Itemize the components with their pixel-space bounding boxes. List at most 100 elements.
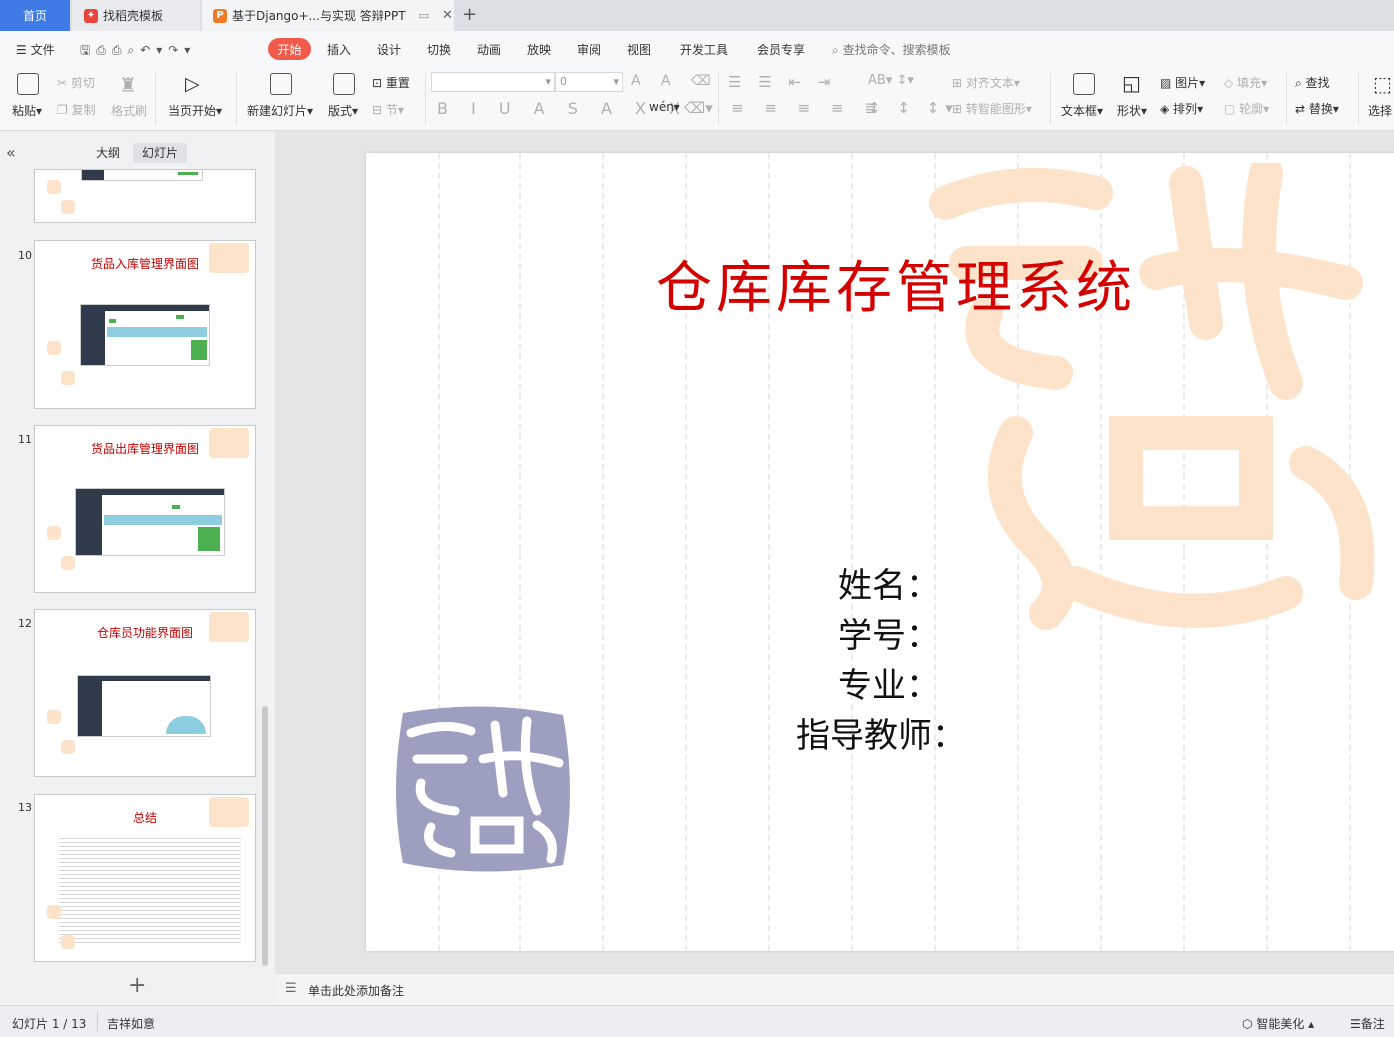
font-family-select[interactable]: ▾: [431, 72, 555, 92]
menu-slideshow[interactable]: 放映: [527, 41, 551, 58]
select-button[interactable]: 选择: [1368, 102, 1392, 119]
advisor-field[interactable]: 指导教师：: [796, 708, 966, 757]
watermark-mark: [209, 612, 249, 642]
replace-button[interactable]: ⇄ 替换▾: [1295, 100, 1339, 117]
format-painter-button[interactable]: 格式刷: [111, 102, 147, 119]
tab-home[interactable]: 首页: [0, 0, 70, 31]
watermark-mark: [47, 180, 61, 194]
file-menu[interactable]: ☰ 文件: [16, 41, 55, 58]
notes-toggle-button[interactable]: ☰备注: [1350, 1015, 1385, 1032]
ribbon-divider: [425, 73, 426, 125]
ribbon-divider: [718, 73, 719, 125]
from-current-button[interactable]: 当页开始▾: [168, 102, 222, 119]
close-icon[interactable]: ✕: [442, 8, 453, 23]
shape-icon: ◱: [1122, 71, 1141, 95]
picture-button[interactable]: ▨ 图片▾: [1160, 74, 1205, 91]
layout-button[interactable]: 版式▾: [328, 102, 358, 119]
smart-shape-button[interactable]: ⊞ 转智能图形▾: [952, 100, 1032, 117]
student-id-field[interactable]: 学号：: [838, 608, 940, 657]
menu-animation[interactable]: 动画: [477, 41, 501, 58]
section-button[interactable]: ⊟ 节▾: [372, 101, 404, 118]
slide-counter: 幻灯片 1 / 13: [12, 1017, 87, 1031]
menu-view[interactable]: 视图: [627, 41, 651, 58]
docer-icon: ✦: [84, 8, 98, 23]
quick-access-icons[interactable]: 🖫⎙⎙⌕↶▾↷▾: [80, 41, 196, 62]
outline-button[interactable]: ▢ 轮廓▾: [1224, 100, 1269, 117]
smart-beautify-button[interactable]: ⬡ 智能美化 ▴: [1242, 1015, 1314, 1032]
theme-name[interactable]: 吉祥如意: [107, 1015, 155, 1032]
menu-start-label: 开始: [277, 42, 302, 57]
notes-pane[interactable]: ☰ 单击此处添加备注: [275, 973, 1394, 1006]
collapse-panel-icon[interactable]: «: [6, 143, 16, 162]
ribbon-divider: [1050, 73, 1051, 125]
watermark-mark: [61, 935, 75, 949]
new-slide-button[interactable]: 新建幻灯片▾: [247, 102, 313, 119]
slide-number: 13: [18, 801, 32, 814]
pinyin-icon[interactable]: wén▾: [649, 100, 680, 114]
thumbnail-screenshot: [75, 488, 225, 556]
shape-button[interactable]: 形状▾: [1117, 102, 1147, 119]
notes-toggle-icon: ☰: [1350, 1017, 1361, 1031]
slide-title[interactable]: 仓库库存管理系统: [366, 243, 1394, 324]
menu-developer[interactable]: 开发工具: [680, 41, 728, 58]
format-painter-icon: ♜: [119, 73, 137, 97]
name-field[interactable]: 姓名：: [838, 558, 940, 607]
ribbon-toolbar: 粘贴▾ ✂ 剪切 ❐ 复制 ♜ 格式刷 ▷ 当页开始▾ 新建幻灯片▾ 版式▾ ⊡…: [0, 67, 1394, 131]
ribbon-divider: [1358, 73, 1359, 125]
notes-placeholder: 单击此处添加备注: [308, 984, 405, 998]
text-box-button[interactable]: 文本框▾: [1061, 102, 1103, 119]
slide-canvas[interactable]: 仓库库存管理系统 姓名： 学号： 专业： 指导教师：: [366, 153, 1394, 951]
presentation-icon: P: [213, 8, 227, 23]
tab-document[interactable]: P 基于Django+...与实现 答辩PPT ▭ ✕: [202, 0, 454, 31]
ribbon-divider: [155, 73, 156, 125]
watermark-mark: [61, 556, 75, 570]
paste-button[interactable]: 粘贴▾: [12, 102, 42, 119]
thumbnail-text-lines: [59, 835, 241, 945]
menu-insert[interactable]: 插入: [327, 41, 351, 58]
menu-review[interactable]: 审阅: [577, 41, 601, 58]
align-icons[interactable]: ≡ ≡ ≡ ≡ ≣: [731, 99, 885, 117]
ribbon-divider: [1286, 73, 1287, 125]
notes-icon: ☰: [285, 981, 297, 996]
tab-slides[interactable]: 幻灯片: [133, 143, 187, 163]
thumbnail-screenshot: [80, 304, 210, 366]
copy-button[interactable]: ❐ 复制: [57, 101, 96, 118]
menu-design[interactable]: 设计: [377, 41, 401, 58]
font-size-select[interactable]: 0 ▾: [555, 72, 623, 92]
slide-thumbnail-9[interactable]: [34, 169, 256, 223]
watermark-mark: [209, 797, 249, 827]
tab-outline[interactable]: 大纲: [88, 144, 128, 161]
cut-button[interactable]: ✂ 剪切: [57, 74, 95, 91]
panel-scrollbar[interactable]: [262, 706, 268, 966]
menu-transition[interactable]: 切换: [427, 41, 451, 58]
add-slide-icon[interactable]: +: [128, 973, 146, 998]
tab-template[interactable]: ✦ 找稻壳模板: [72, 0, 200, 31]
clear-format-icon[interactable]: ⌫▾: [684, 99, 713, 117]
slide-thumbnail-13[interactable]: 总结: [34, 794, 256, 962]
command-search[interactable]: ⌕ 查找命令、搜索模板: [832, 41, 951, 58]
arrange-button[interactable]: ◈ 排列▾: [1160, 100, 1203, 117]
window-icon[interactable]: ▭: [419, 9, 429, 22]
add-tab-icon[interactable]: +: [462, 4, 477, 25]
menu-member[interactable]: 会员专享: [757, 41, 805, 58]
list-icons[interactable]: ☰ ☰ ⇤ ⇥: [728, 73, 836, 91]
slide-thumbnail-11[interactable]: 货品出库管理界面图: [34, 425, 256, 593]
slide-number: 12: [18, 617, 32, 630]
search-icon: ⌕: [832, 43, 839, 57]
align-text-button[interactable]: ⊞ 对齐文本▾: [952, 74, 1020, 91]
tab-bar: 首页 ✦ 找稻壳模板 P 基于Django+...与实现 答辩PPT ▭ ✕ +: [0, 0, 1394, 31]
menu-start[interactable]: 开始: [268, 38, 311, 60]
slide-thumbnail-12[interactable]: 仓库员功能界面图: [34, 609, 256, 777]
major-field[interactable]: 专业：: [838, 658, 940, 707]
slide-thumbnail-10[interactable]: 货品入库管理界面图: [34, 240, 256, 409]
find-button[interactable]: ⌕ 查找: [1295, 74, 1330, 91]
watermark-mark: [61, 371, 75, 385]
fill-button[interactable]: ◇ 填充▾: [1224, 74, 1267, 91]
watermark-mark: [209, 243, 249, 273]
beautify-icon: ⬡: [1242, 1017, 1253, 1031]
text-direction-icon[interactable]: AB▾ ↕▾: [868, 73, 914, 88]
reset-button[interactable]: ⊡ 重置: [372, 74, 410, 91]
watermark-calligraphy: [929, 163, 1375, 630]
spacing-icons[interactable]: ↕ ↕ ↕▾: [868, 99, 959, 117]
font-grow-icons[interactable]: A A ⌫: [631, 73, 719, 89]
